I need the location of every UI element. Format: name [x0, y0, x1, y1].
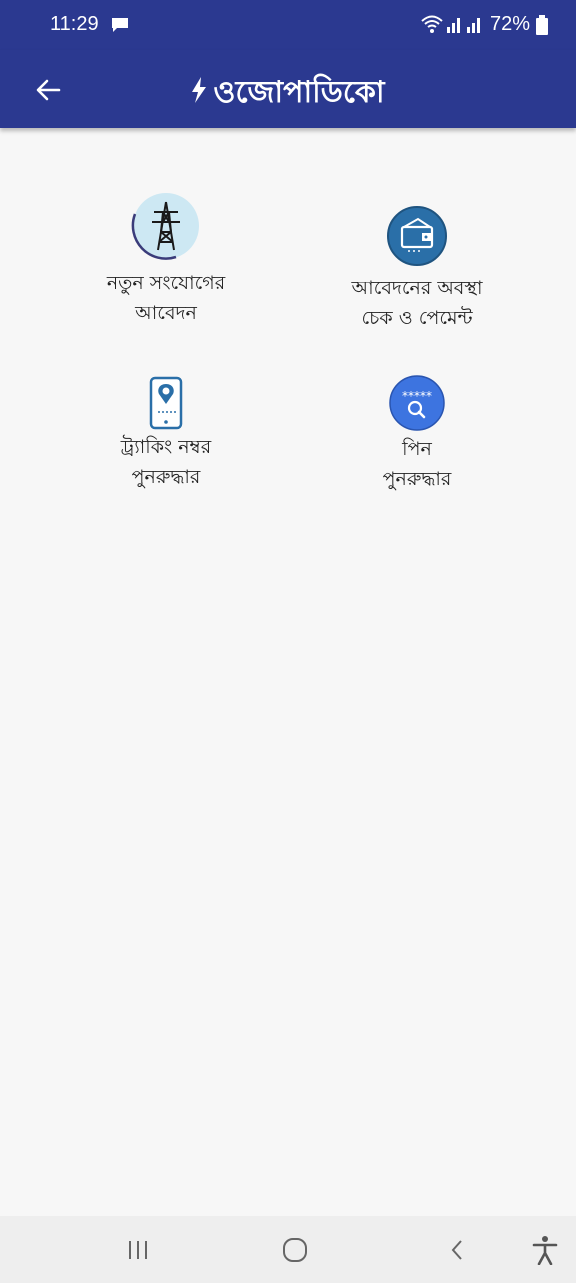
phone-location-icon [148, 376, 184, 430]
chevron-left-icon [451, 1240, 462, 1260]
status-time: 11:29 [50, 13, 99, 35]
wallet-icon [386, 205, 448, 267]
tile-label-line1: আবেদনের অবস্থা [351, 277, 483, 299]
tile-label-line1: ট্র্যাকিং নম্বর [120, 436, 212, 458]
tile-label-line1: পিন [402, 438, 432, 460]
recent-apps-icon [129, 1241, 147, 1259]
accessibility-icon [532, 1236, 558, 1265]
transmission-tower-icon [130, 190, 202, 262]
tile-label-line2: চেক ও পেমেন্ট [361, 307, 473, 329]
new-connection-application-tile[interactable]: নতুন সংযোগের আবেদন [46, 190, 286, 328]
message-icon [110, 16, 130, 39]
pin-recovery-tile[interactable]: ***** পিন পুনরুদ্ধার [297, 374, 537, 494]
battery-percentage: 72% [490, 13, 531, 35]
tracking-number-recovery-tile[interactable]: ট্র্যাকিং নম্বর পুনরুদ্ধার [46, 376, 286, 492]
signal-icon-2 [467, 15, 483, 38]
pin-search-icon: ***** [388, 374, 446, 432]
lightning-icon [191, 76, 207, 111]
accessibility-button[interactable] [520, 1234, 570, 1266]
tile-label-line2: আবেদন [135, 302, 197, 324]
battery-icon [536, 15, 548, 40]
app-title-container: ওজোপাডিকো [0, 68, 576, 119]
tile-label-line2: পুনরুদ্ধার [382, 468, 452, 490]
system-back-button[interactable] [432, 1234, 482, 1266]
tile-label-line1: নতুন সংযোগের [106, 272, 226, 294]
status-bar: 11:29 72% [0, 0, 576, 50]
app-bar: ওজোপাডিকো [0, 50, 576, 128]
wifi-icon [420, 14, 444, 39]
application-status-payment-tile[interactable]: আবেদনের অবস্থা চেক ও পেমেন্ট [297, 205, 537, 333]
system-navigation-bar [0, 1216, 576, 1283]
signal-icon [447, 15, 463, 38]
home-icon [283, 1238, 307, 1262]
recent-apps-button[interactable] [113, 1234, 163, 1266]
tile-label-line2: পুনরুদ্ধার [131, 466, 201, 488]
page-title: ওজোপাডিকো [213, 75, 385, 110]
svg-text:*****: ***** [402, 389, 432, 403]
home-button[interactable] [270, 1234, 320, 1266]
